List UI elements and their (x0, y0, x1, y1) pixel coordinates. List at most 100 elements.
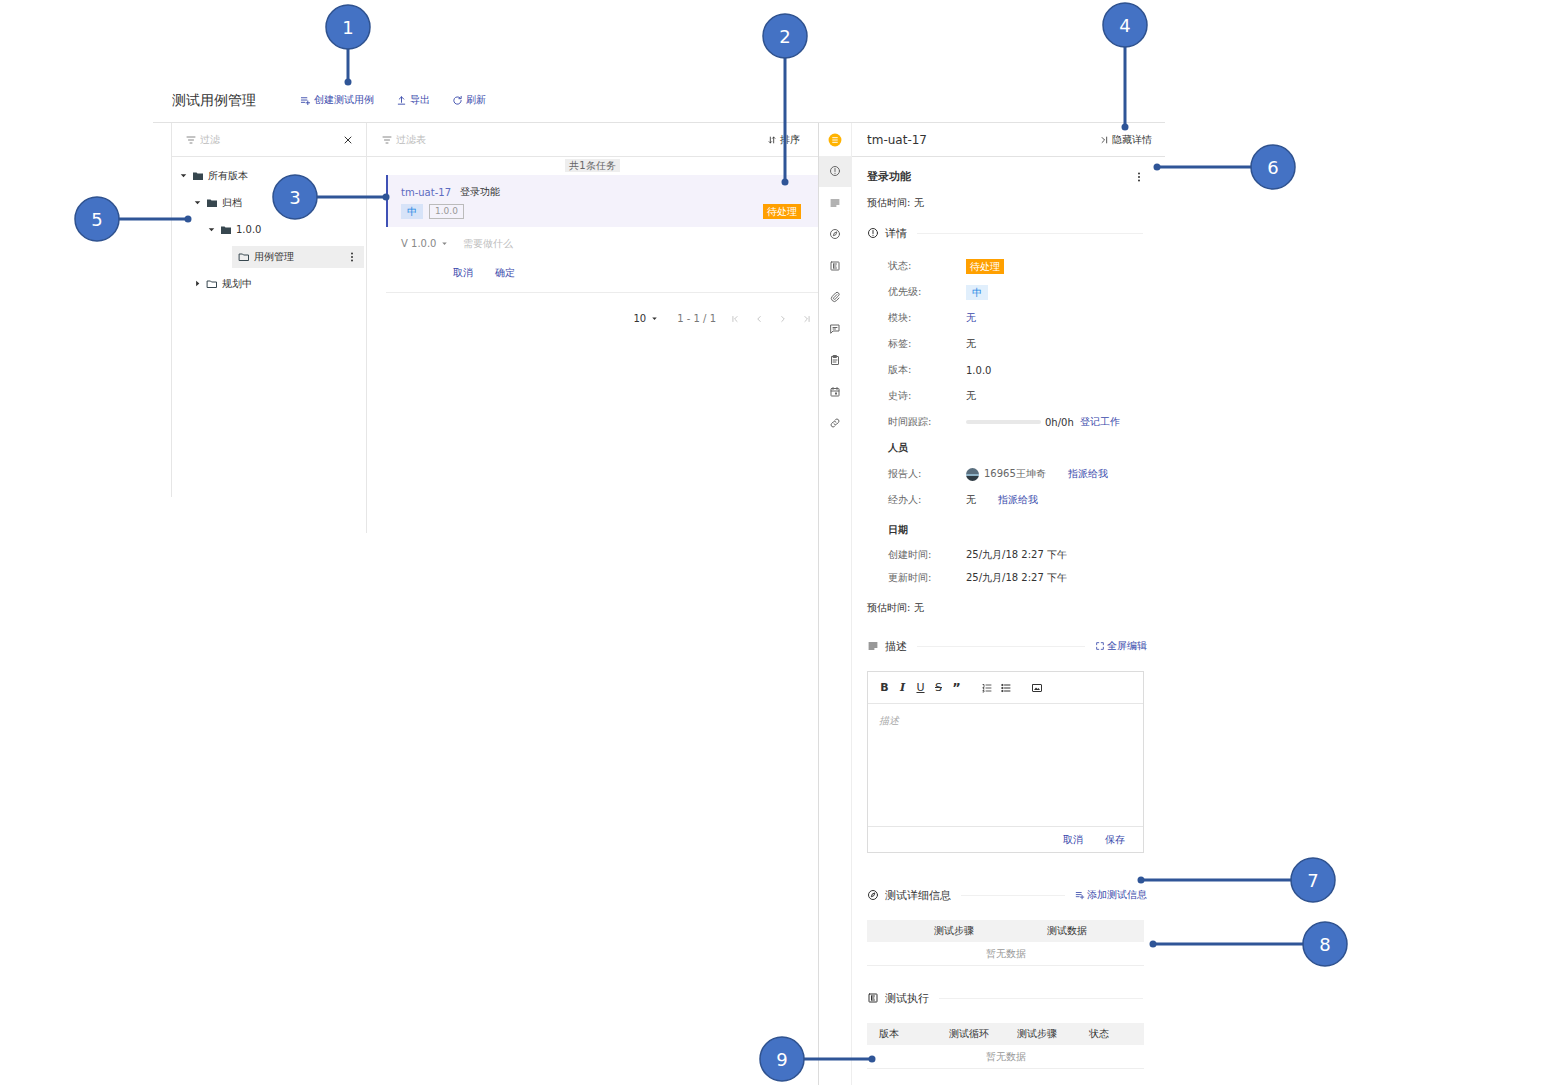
tree-node[interactable]: 规划中 (204, 273, 364, 295)
sort-button[interactable]: 排序 (767, 133, 800, 147)
summary-input[interactable] (463, 238, 818, 249)
side-tab[interactable] (819, 187, 851, 219)
insert-image-button[interactable] (1031, 682, 1043, 694)
tree-item[interactable]: 用例管理 (172, 243, 364, 270)
first-page-button[interactable] (730, 314, 740, 324)
format-button[interactable]: U (915, 681, 926, 694)
expand-icon (1095, 641, 1105, 651)
pagination: 10 1 - 1 / 1 (367, 313, 818, 324)
hide-detail-button[interactable]: 隐藏详情 (1100, 133, 1152, 147)
detail-menu-button[interactable] (1133, 171, 1145, 183)
list-filter-input[interactable] (396, 134, 764, 145)
callout-dot (782, 179, 789, 186)
tree-toggle[interactable] (190, 197, 204, 208)
tree-node[interactable]: 1.0.0 (218, 220, 364, 240)
toolbar-button[interactable]: 创建测试用例 (300, 93, 374, 107)
format-button[interactable]: ” (951, 680, 962, 695)
toolbar-button[interactable]: 导出 (396, 93, 430, 107)
status-badge[interactable]: 待处理 (966, 259, 1004, 274)
section-heading: 测试执行 (867, 990, 1147, 1006)
prev-page-button[interactable] (754, 314, 764, 324)
test-info-table: 测试步骤测试数据 暂无数据 (867, 920, 1144, 966)
fullscreen-edit-button[interactable]: 全屏编辑 (1095, 639, 1147, 653)
tree-item[interactable]: 所有版本 (172, 162, 364, 189)
tree-node[interactable]: 所有版本 (190, 165, 364, 187)
tree-toggle[interactable] (204, 224, 218, 235)
tree-toggle[interactable] (190, 278, 204, 289)
callout: 8 (1150, 922, 1348, 966)
side-tab[interactable] (819, 313, 851, 345)
detail-header: tm-uat-17 隐藏详情 (852, 123, 1165, 157)
side-tab[interactable] (819, 250, 851, 282)
caret-down-icon (192, 197, 203, 208)
quick-create: V 1.0.0 取消 确定 (367, 238, 818, 280)
field-value[interactable]: 无 (966, 389, 976, 403)
tree-item[interactable]: 1.0.0 (172, 216, 364, 243)
case-tags: 中 1.0.0 (401, 204, 500, 219)
ebox-icon (867, 992, 879, 1004)
bullet-list-icon (1000, 682, 1012, 694)
node-menu-button[interactable] (346, 251, 358, 263)
tree-item[interactable]: 归档 (172, 189, 364, 216)
editor-toolbar: BIUS ” (868, 672, 1143, 704)
quick-create-button[interactable]: 确定 (495, 266, 515, 280)
case-card[interactable]: tm-uat-17 登录功能 中 1.0.0 待处理 (386, 175, 818, 227)
callout-badge (273, 175, 317, 219)
log-work-button[interactable]: 登记工作 (1080, 415, 1120, 429)
callout-number: 7 (1307, 870, 1318, 891)
side-tab[interactable] (819, 345, 851, 377)
upload-icon (396, 95, 407, 106)
assign-to-me-button[interactable]: 指派给我 (998, 493, 1038, 507)
version-select[interactable]: V 1.0.0 (401, 238, 449, 249)
empty-row: 暂无数据 (867, 1045, 1144, 1069)
page-title: 测试用例管理 (172, 90, 256, 110)
caret-down-icon (206, 224, 217, 235)
field-value[interactable]: 无 (966, 311, 976, 325)
tree-filter-input[interactable] (200, 134, 339, 145)
editor-button[interactable]: 取消 (1063, 833, 1083, 847)
caret-right-icon (192, 278, 203, 289)
field-value[interactable]: 1.0.0 (966, 365, 991, 376)
next-page-button[interactable] (778, 314, 788, 324)
assign-to-me-button[interactable]: 指派给我 (1068, 467, 1108, 481)
task-count: 共1条任务 (565, 159, 619, 172)
page-size-select[interactable]: 10 (633, 313, 659, 324)
side-tab[interactable] (819, 156, 851, 188)
description-input[interactable]: 描述 (868, 704, 1143, 827)
add-test-info-button[interactable]: 添加测试信息 (1075, 888, 1147, 902)
toolbar-button[interactable]: 刷新 (452, 93, 486, 107)
side-tab[interactable] (819, 408, 851, 440)
tree-node[interactable]: 归档 (204, 192, 364, 214)
detail-title: 登录功能 (867, 170, 911, 184)
person-name: 无 (966, 493, 976, 507)
side-tab[interactable] (819, 282, 851, 314)
callout: 6 (1154, 145, 1296, 189)
priority-badge[interactable]: 中 (966, 285, 988, 300)
person-field: 经办人: 无 指派给我 (888, 487, 1147, 513)
refresh-icon (452, 95, 463, 106)
ordered-list-button[interactable] (981, 682, 993, 694)
format-button[interactable]: B (879, 681, 890, 694)
detail-content: tm-uat-17 隐藏详情 登录功能 预估时间: 无 详情 状态: 待处理优先… (852, 123, 1165, 1085)
tree-filter (172, 123, 366, 157)
tree-toggle[interactable] (176, 170, 190, 181)
clear-filter-button[interactable] (342, 134, 354, 146)
side-tab[interactable] (819, 376, 851, 408)
editor-button[interactable]: 保存 (1105, 833, 1125, 847)
quick-create-button[interactable]: 取消 (453, 266, 473, 280)
last-page-button[interactable] (802, 314, 812, 324)
field-value[interactable]: 无 (966, 337, 976, 351)
side-tab[interactable] (819, 219, 851, 251)
side-tab[interactable] (819, 124, 851, 156)
callout-badge (1251, 145, 1295, 189)
tree-item[interactable]: 规划中 (172, 270, 364, 297)
callout-number: 8 (1319, 934, 1330, 955)
bullet-list-button[interactable] (1000, 682, 1012, 694)
format-button[interactable]: I (897, 681, 908, 694)
column-header: 测试数据 (1011, 924, 1125, 938)
clip-icon (829, 291, 841, 303)
tree-node[interactable]: 用例管理 (232, 246, 364, 268)
format-button[interactable]: S (933, 681, 944, 694)
case-title: 登录功能 (460, 185, 500, 199)
detail-key: tm-uat-17 (867, 133, 927, 147)
